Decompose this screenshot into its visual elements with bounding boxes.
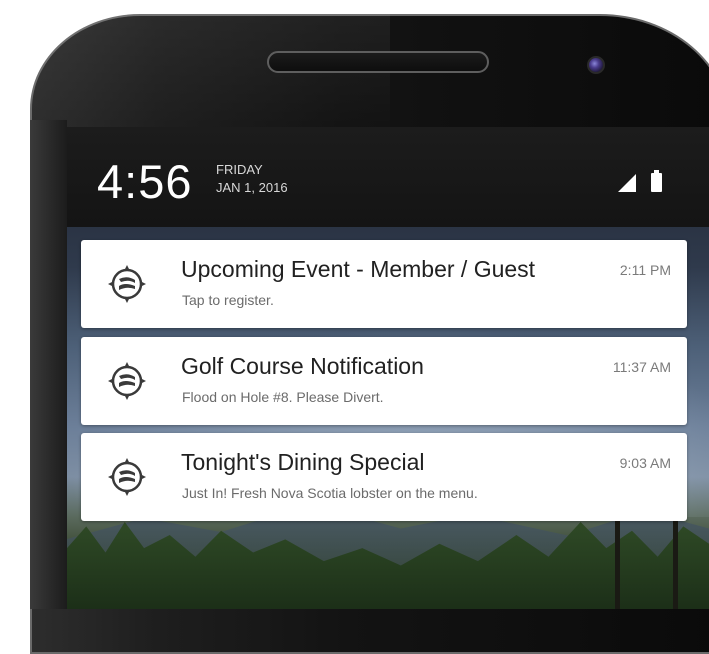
status-bar: 4:56 FRIDAY JAN 1, 2016 <box>67 127 709 227</box>
golf-compass-icon <box>108 362 146 400</box>
notification-title: Upcoming Event - Member / Guest <box>181 256 536 282</box>
notification-subtitle: Flood on Hole #8. Please Divert. <box>182 389 384 405</box>
golf-compass-icon <box>108 265 146 303</box>
golf-compass-icon <box>108 458 146 496</box>
battery-icon <box>651 170 662 192</box>
signal-icon <box>618 174 636 192</box>
notification-time: 2:11 PM <box>619 262 671 278</box>
notification-card-event[interactable]: Upcoming Event - Member / Guest Tap to r… <box>81 240 687 328</box>
notification-time: 11:37 AM <box>612 359 671 375</box>
clock-date: JAN 1, 2016 <box>216 180 288 195</box>
clock-day: FRIDAY <box>216 162 263 177</box>
notification-title: Golf Course Notification <box>181 353 424 379</box>
clock-time: 4:56 <box>97 155 193 208</box>
earpiece-speaker <box>267 51 489 73</box>
notification-subtitle: Tap to register. <box>182 292 274 308</box>
notification-subtitle: Just In! Fresh Nova Scotia lobster on th… <box>182 485 478 501</box>
notification-title: Tonight's Dining Special <box>181 449 425 475</box>
phone-bezel-left <box>30 120 67 609</box>
front-camera <box>587 56 605 74</box>
notification-card-course[interactable]: Golf Course Notification Flood on Hole #… <box>81 337 687 425</box>
wallpaper-tree <box>673 507 678 609</box>
notification-card-dining[interactable]: Tonight's Dining Special Just In! Fresh … <box>81 433 687 521</box>
notification-time: 9:03 AM <box>619 455 671 471</box>
wallpaper-tree <box>615 507 620 609</box>
